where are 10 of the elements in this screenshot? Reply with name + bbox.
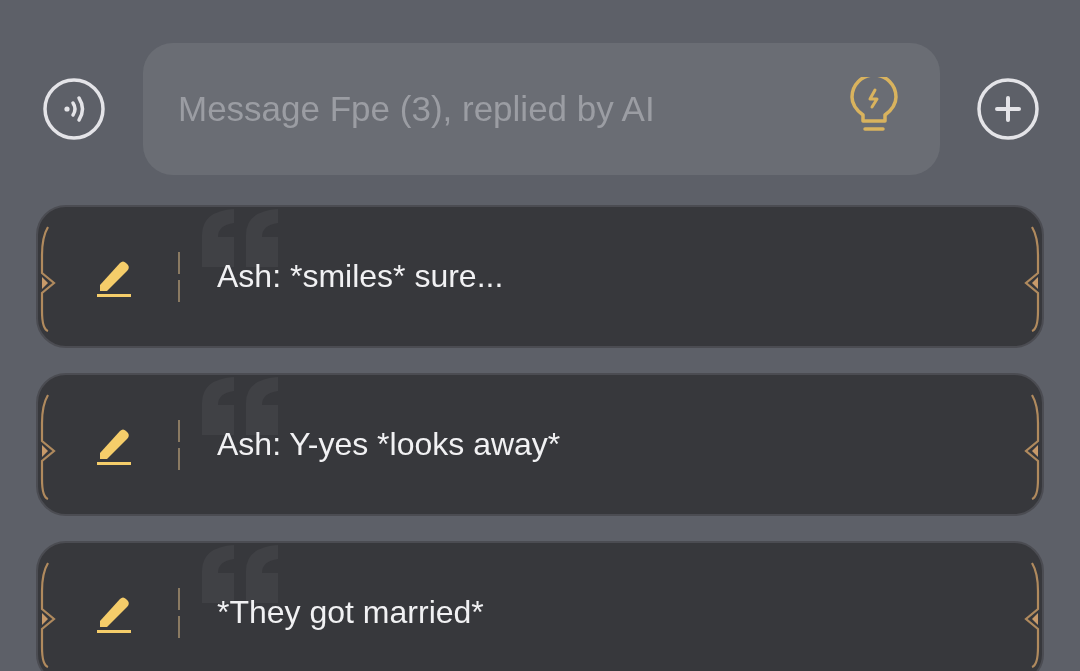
- suggestion-card[interactable]: Ash: *smiles* sure...: [36, 205, 1044, 348]
- suggestion-text: *They got married*: [217, 594, 484, 631]
- sound-waves-icon: [43, 78, 105, 140]
- plus-icon: [977, 78, 1039, 140]
- suggestion-card[interactable]: Ash: Y-yes *looks away*: [36, 373, 1044, 516]
- add-button[interactable]: [976, 77, 1040, 141]
- suggestion-text: Ash: *smiles* sure...: [217, 258, 504, 295]
- suggestion-card[interactable]: *They got married*: [36, 541, 1044, 671]
- suggestion-text: Ash: Y-yes *looks away*: [217, 426, 561, 463]
- voice-button[interactable]: [42, 77, 106, 141]
